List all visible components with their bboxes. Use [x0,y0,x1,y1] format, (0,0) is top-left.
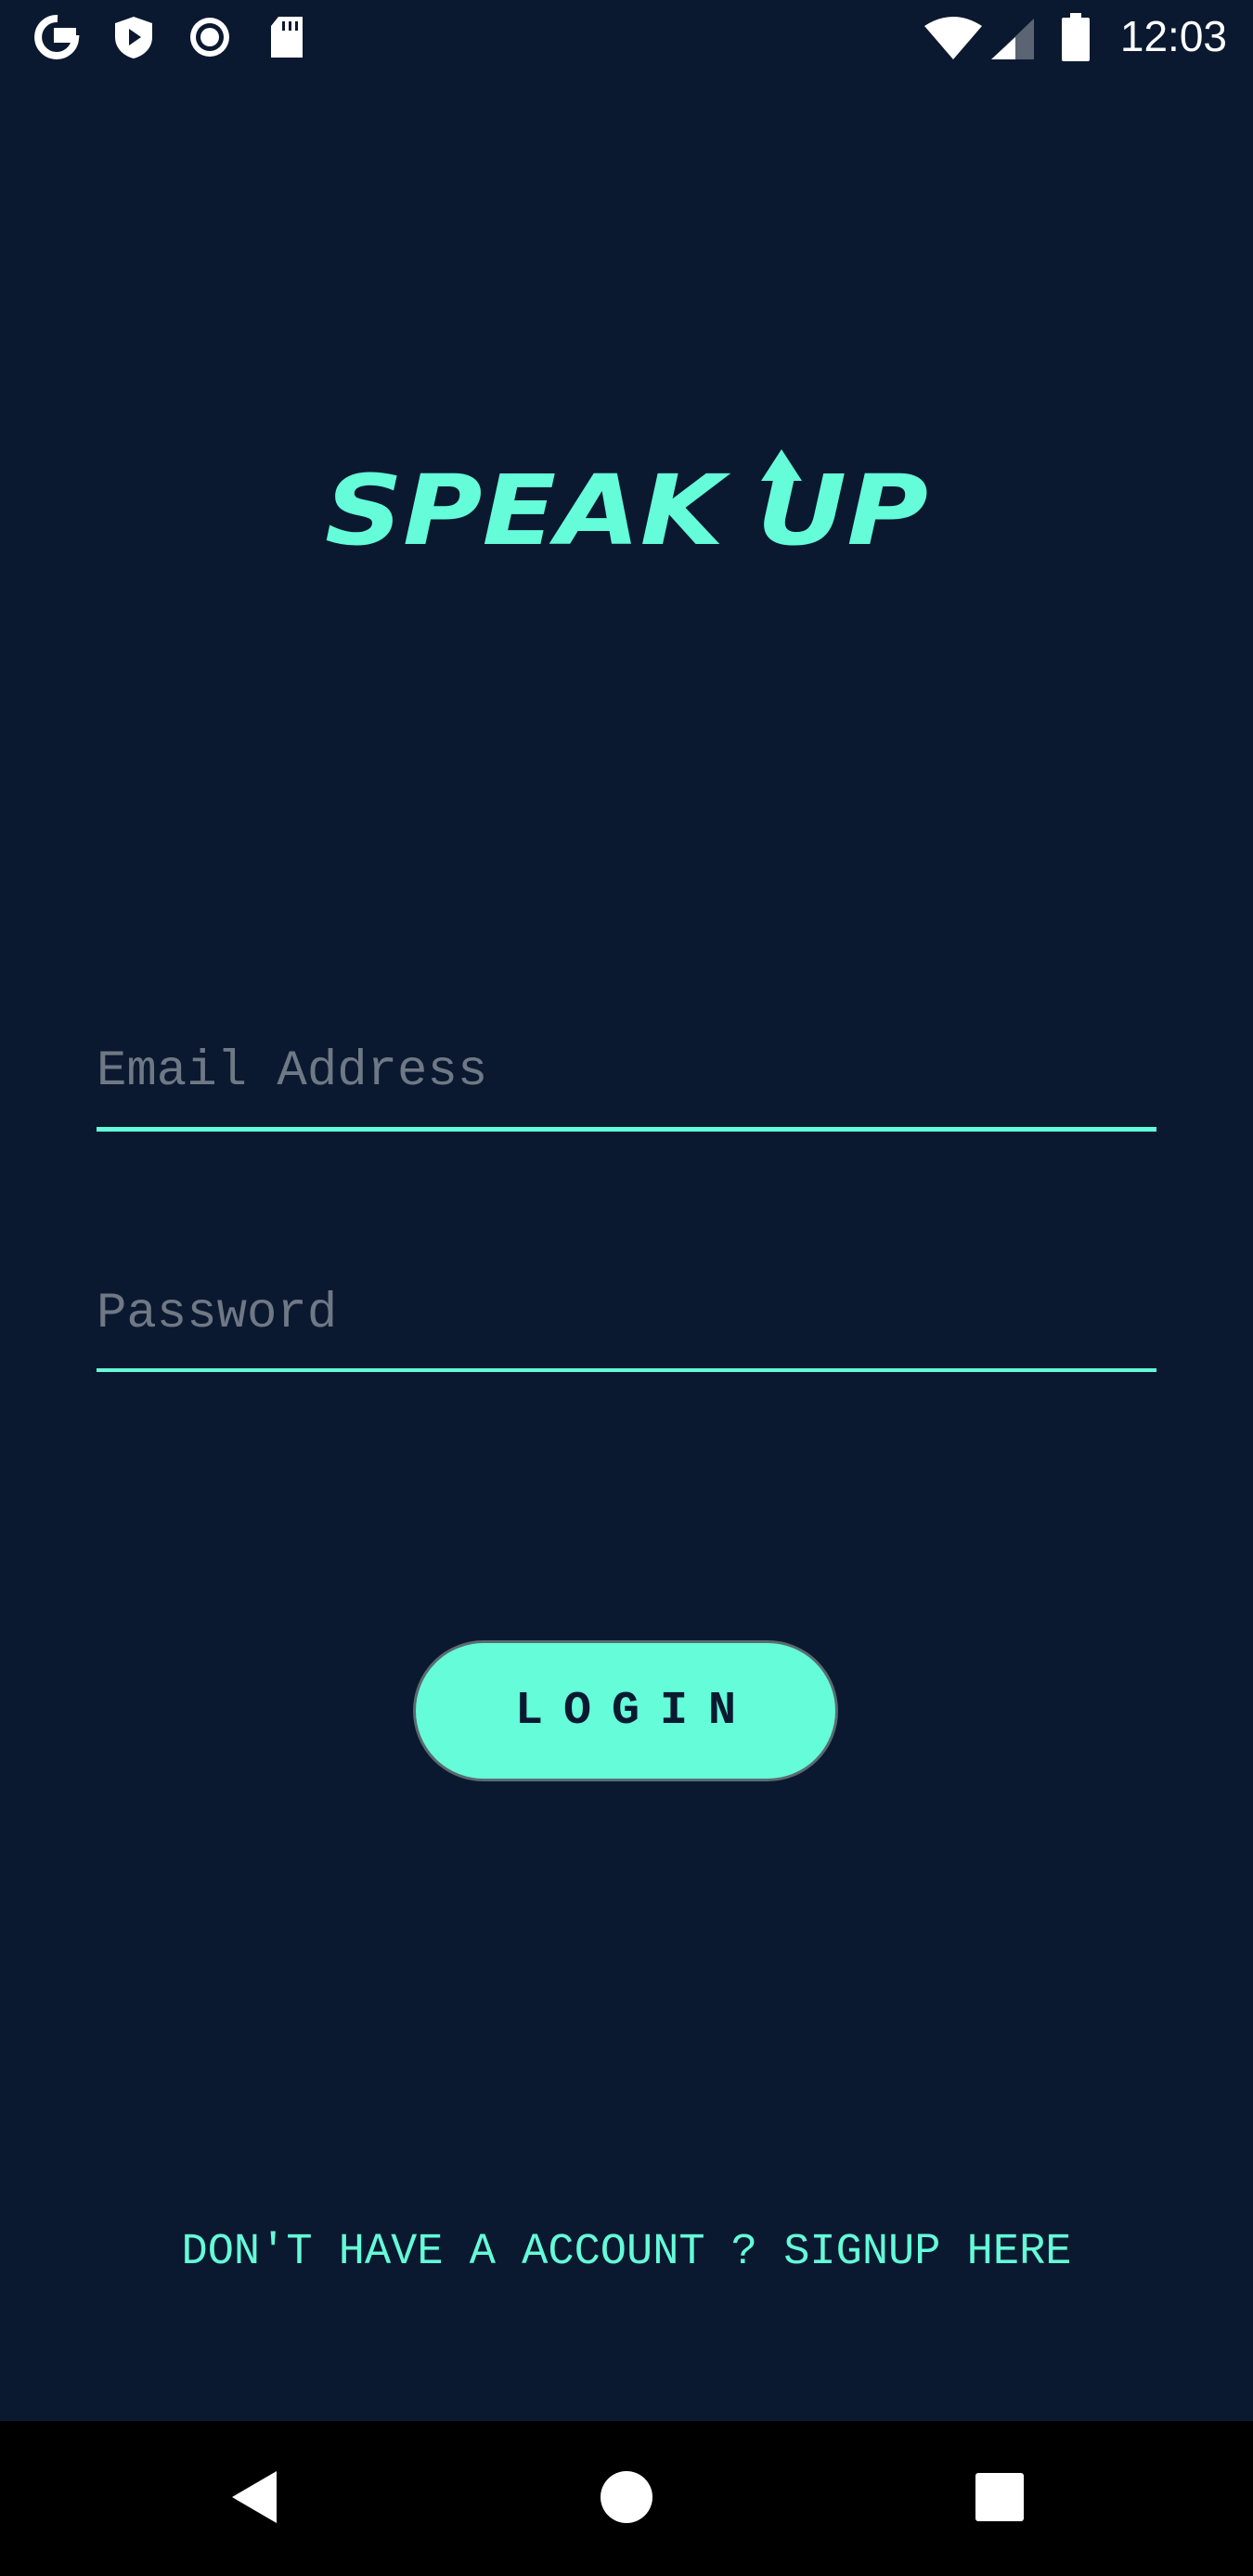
back-icon[interactable] [228,2469,280,2530]
google-icon [33,13,82,66]
speak-up-logo: SPEAK UP [325,436,928,567]
home-icon[interactable] [599,2469,654,2530]
email-input[interactable] [97,1043,1156,1100]
cell-signal-icon [989,17,1036,66]
sd-card-icon [264,13,312,66]
clock: 12:03 [1119,12,1227,60]
status-bar: 12:03 [0,0,1253,78]
email-field[interactable] [97,1043,1156,1136]
password-field[interactable] [97,1286,1156,1379]
password-input[interactable] [97,1286,1156,1342]
login-button-label: LOGIN [514,1684,757,1738]
email-underline [97,1127,1156,1132]
recents-icon[interactable] [974,2471,1026,2528]
signup-link[interactable]: DON'T HAVE A ACCOUNT ? SIGNUP HERE [0,2228,1253,2277]
login-button[interactable]: LOGIN [413,1640,838,1781]
svg-text:SPEAK: SPEAK [325,454,731,548]
wifi-icon [924,17,982,66]
play-protect-icon [110,13,158,66]
record-icon [186,13,234,66]
battery-icon [1062,13,1090,66]
navigation-bar [0,2421,1253,2576]
password-underline [97,1368,1156,1372]
